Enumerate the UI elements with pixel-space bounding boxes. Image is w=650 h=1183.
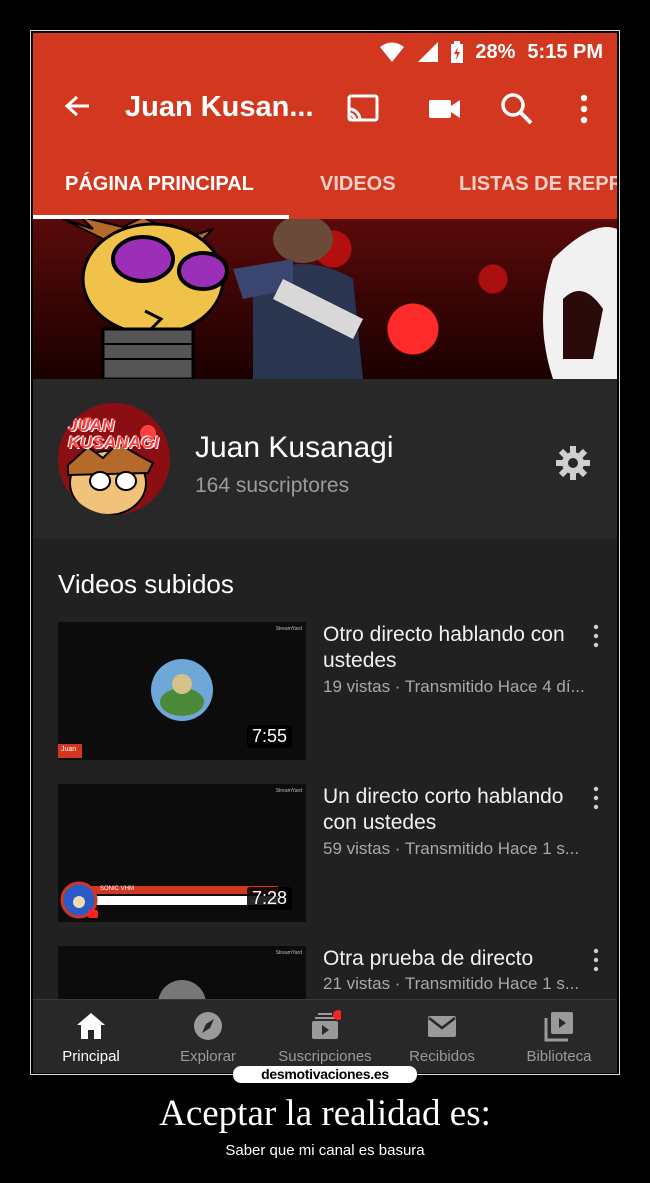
wifi-icon [380, 42, 405, 62]
nav-label: Explorar [180, 1048, 236, 1065]
nav-label: Recibidos [409, 1048, 475, 1065]
home-icon [77, 1013, 105, 1039]
video-meta: 21 vistas · Transmitido Hace 1 s... [323, 974, 580, 993]
mail-icon [428, 1016, 456, 1037]
video-duration: 7:55 [246, 725, 292, 748]
streamyard-brand: StreamYard [275, 950, 302, 956]
tab-home[interactable]: PÁGINA PRINCIPAL [65, 173, 254, 196]
nav-home[interactable]: Principal [33, 1000, 149, 1073]
compass-icon [194, 1012, 222, 1040]
app-bar: Juan Kusan... [33, 71, 617, 145]
video-title[interactable]: Otro directo hablando con ustedes [323, 622, 578, 674]
video-thumbnail[interactable]: StreamYard Juan 7:55 [58, 622, 306, 760]
search-icon[interactable] [499, 91, 535, 127]
video-menu-icon[interactable] [589, 786, 603, 810]
thumb-label: Juan [61, 746, 77, 753]
video-title[interactable]: Un directo corto hablando con ustedes [323, 784, 578, 836]
subscriber-count: 164 suscriptores [195, 474, 350, 497]
clock: 5:15 PM [527, 40, 603, 63]
nav-subscriptions[interactable]: Suscripciones [267, 1000, 383, 1073]
more-vert-icon[interactable] [566, 91, 602, 127]
app-bar-title: Juan Kusan... [125, 91, 314, 123]
video-thumbnail[interactable]: StreamYard SONIC VHM 7:28 [58, 784, 306, 922]
channel-name: Juan Kusanagi [195, 431, 394, 464]
nav-label: Suscripciones [278, 1048, 372, 1065]
avatar-logo-text: JUAN KUSANAGI [68, 416, 159, 452]
camera-icon[interactable] [427, 91, 463, 127]
status-bar: 28% 5:15 PM [33, 33, 617, 71]
video-item[interactable]: StreamYard Juan 7:55 Otro directo hablan… [33, 622, 617, 762]
battery-level: 28% [475, 40, 516, 63]
nav-explore[interactable]: Explorar [150, 1000, 266, 1073]
subscriptions-icon [312, 1010, 341, 1039]
video-menu-icon[interactable] [589, 624, 603, 648]
phone-screen: 28% 5:15 PM Juan Kusan... PÁGINA PRINCIP… [33, 33, 617, 1073]
caption-title: Aceptar la realidad es: [159, 1093, 491, 1134]
uploads-section: Videos subidos StreamYard Juan 7:55 Otro… [33, 539, 617, 1073]
channel-banner [33, 219, 617, 379]
nav-library[interactable]: Biblioteca [501, 1000, 617, 1073]
video-title[interactable]: Otra prueba de directo [323, 946, 578, 972]
signal-icon [418, 42, 439, 62]
library-icon [544, 1012, 573, 1042]
tab-playlists[interactable]: LISTAS DE REPR [459, 173, 617, 196]
channel-header: JUAN KUSANAGI Juan Kusanagi 164 suscript… [33, 379, 617, 539]
tab-videos[interactable]: VIDEOS [320, 173, 396, 196]
nav-label: Biblioteca [526, 1048, 592, 1065]
streamyard-brand: StreamYard [275, 788, 302, 794]
channel-avatar[interactable]: JUAN KUSANAGI [58, 403, 170, 515]
cast-icon[interactable] [345, 91, 381, 127]
video-meta: 19 vistas · Transmitido Hace 4 dí... [323, 677, 585, 696]
nav-inbox[interactable]: Recibidos [384, 1000, 500, 1073]
thumb-label: SONIC VHM [100, 886, 135, 892]
banner-artwork [62, 219, 617, 379]
bottom-navigation: Principal Explorar Suscripciones Recibid… [33, 999, 617, 1073]
settings-gear-icon[interactable] [555, 445, 591, 481]
streamyard-brand: StreamYard [275, 626, 302, 632]
video-meta: 59 vistas · Transmitido Hace 1 s... [323, 839, 580, 858]
caption-subtitle: Saber que mi canal es basura [225, 1142, 425, 1159]
video-duration: 7:28 [246, 887, 292, 910]
nav-label: Principal [62, 1048, 120, 1065]
battery-charging-icon [451, 41, 464, 63]
video-item[interactable]: StreamYard SONIC VHM 7:28 Un directo cor… [33, 784, 617, 924]
watermark: desmotivaciones.es [233, 1066, 417, 1083]
video-menu-icon[interactable] [589, 948, 603, 972]
uploads-heading: Videos subidos [58, 569, 234, 599]
back-arrow-icon[interactable] [61, 91, 93, 123]
channel-tabs: PÁGINA PRINCIPAL VIDEOS LISTAS DE REPR [33, 145, 617, 219]
